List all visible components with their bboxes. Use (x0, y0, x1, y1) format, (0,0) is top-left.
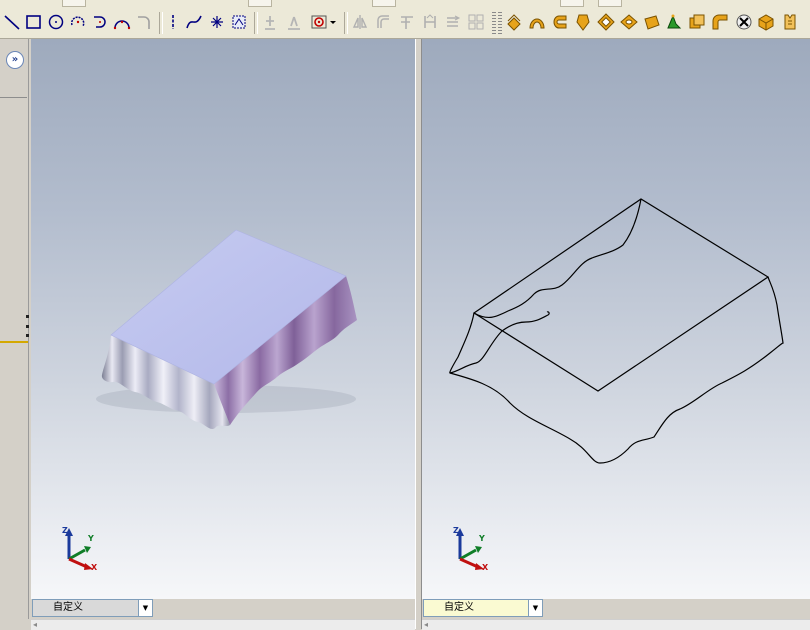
viewport-splitter[interactable] (415, 39, 422, 629)
triad-x-label: X (482, 563, 489, 572)
centerline-icon[interactable] (163, 12, 183, 32)
chevron-down-icon[interactable] (327, 12, 339, 32)
tangent-arc-icon[interactable] (90, 12, 110, 32)
extruded-cut-icon[interactable] (596, 12, 616, 32)
three-point-arc-icon[interactable] (112, 12, 132, 32)
convert-entities-icon[interactable] (260, 12, 280, 32)
scroll-left-icon[interactable]: ◂ (424, 620, 428, 629)
expand-panel-button[interactable]: » (6, 51, 24, 69)
extruded-boss-icon[interactable] (504, 12, 524, 32)
menu-tab[interactable] (372, 0, 396, 7)
horizontal-scrollbar[interactable]: ◂ (31, 619, 415, 630)
horizontal-scrollbar[interactable]: ◂ (422, 619, 810, 630)
sketch-fillet-icon[interactable] (134, 12, 154, 32)
sheet-metal-icon[interactable] (780, 12, 800, 32)
triad-x-label: X (91, 563, 98, 572)
centerpoint-arc-icon[interactable] (68, 12, 88, 32)
view-orientation-select[interactable]: 自定义 ▼ (423, 599, 543, 617)
shaded-model (96, 229, 357, 430)
linear-pattern-icon[interactable] (466, 12, 486, 32)
shaded-viewport[interactable]: Z Y X (31, 39, 415, 599)
menu-tab[interactable] (598, 0, 622, 7)
menu-tab[interactable] (560, 0, 584, 7)
line-icon[interactable] (2, 12, 22, 32)
trim-icon[interactable] (397, 12, 417, 32)
hole-wizard-icon[interactable] (734, 12, 754, 32)
menu-tab[interactable] (62, 0, 86, 7)
chevron-down-icon[interactable]: ▼ (528, 600, 542, 616)
menu-tab[interactable] (248, 0, 272, 7)
rectangle-icon[interactable] (24, 12, 44, 32)
point-icon[interactable] (207, 12, 227, 32)
rollback-bar[interactable] (0, 341, 28, 343)
revolved-boss-icon[interactable] (527, 12, 547, 32)
view-orientation-value: 自定义 (53, 602, 83, 613)
sketch-picture-icon[interactable] (229, 12, 249, 32)
circle-icon[interactable] (46, 12, 66, 32)
command-toolbar (0, 8, 810, 39)
triad-icon (65, 528, 93, 570)
lofted-boss-icon[interactable] (573, 12, 593, 32)
spline-icon[interactable] (184, 12, 204, 32)
chevron-down-icon[interactable]: ▼ (138, 600, 152, 616)
wireframe-viewport[interactable]: Z Y X (422, 39, 810, 599)
panel-splitter[interactable] (26, 315, 30, 337)
draft-icon[interactable] (710, 12, 730, 32)
toolbar-grip[interactable] (498, 12, 502, 34)
mirror-icon[interactable] (350, 12, 370, 32)
triad-y-label: Y (88, 534, 94, 543)
rib-icon[interactable] (756, 12, 776, 32)
shell-icon[interactable] (687, 12, 707, 32)
relations-icon[interactable] (309, 12, 329, 32)
swept-boss-icon[interactable] (550, 12, 570, 32)
triad-icon (456, 528, 484, 570)
triad-z-label: Z (62, 526, 68, 535)
view-orientation-select[interactable]: 自定义 ▼ (32, 599, 153, 617)
smart-dimension-icon[interactable] (284, 12, 304, 32)
move-icon[interactable] (443, 12, 463, 32)
triad-z-label: Z (453, 526, 459, 535)
feature-manager-panel: » (0, 39, 29, 619)
fillet-icon[interactable] (642, 12, 662, 32)
view-orientation-value: 自定义 (444, 602, 474, 613)
wireframe-model (449, 198, 784, 464)
triad-y-label: Y (479, 534, 485, 543)
revolved-cut-icon[interactable] (619, 12, 639, 32)
scroll-left-icon[interactable]: ◂ (33, 620, 37, 629)
offset-icon[interactable] (373, 12, 393, 32)
toolbar-grip[interactable] (492, 12, 496, 34)
chamfer-icon[interactable] (664, 12, 684, 32)
extend-icon[interactable] (420, 12, 440, 32)
panel-divider (0, 97, 27, 98)
